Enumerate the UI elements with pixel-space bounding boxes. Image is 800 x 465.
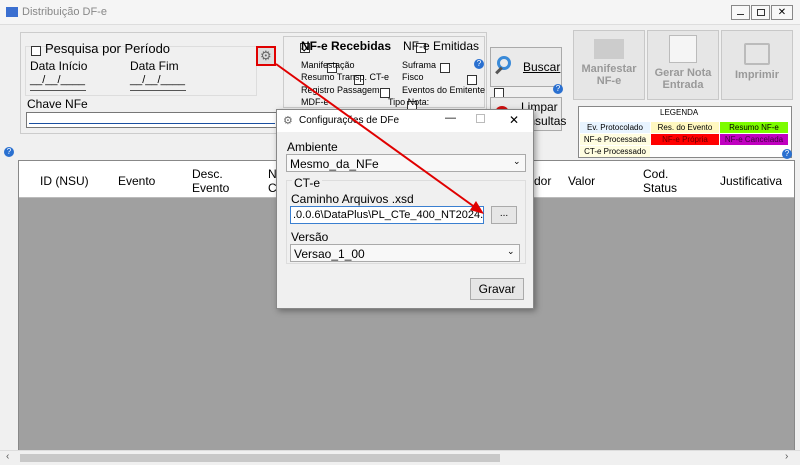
annotation-arrow [275,63,484,214]
